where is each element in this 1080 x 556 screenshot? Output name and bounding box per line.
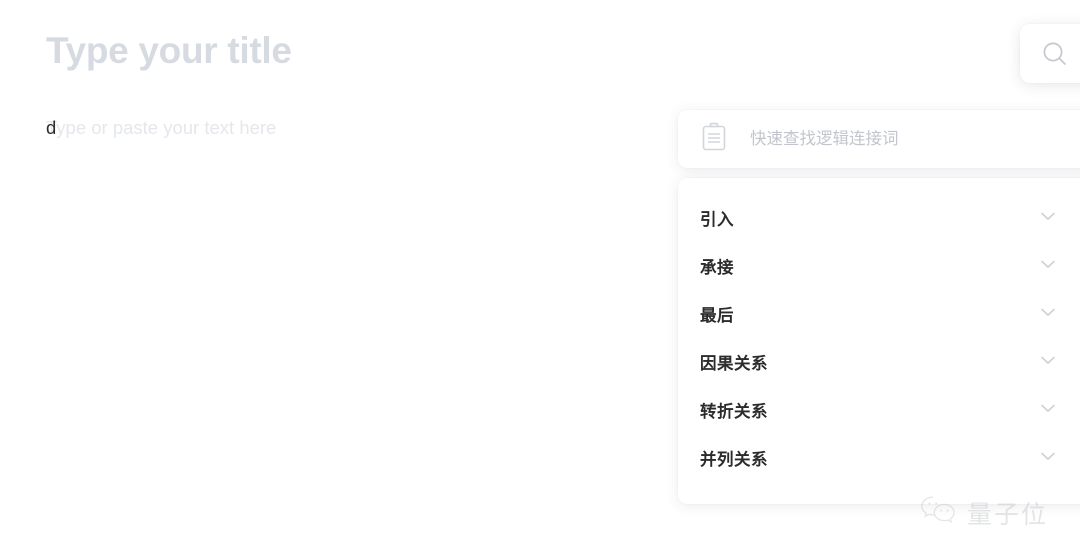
watermark-text: 量子位 bbox=[967, 500, 1049, 529]
body-typed-text: d bbox=[46, 117, 57, 138]
clipboard-icon bbox=[700, 122, 728, 157]
search-toggle-button[interactable] bbox=[1020, 24, 1080, 83]
category-label: 因果关系 bbox=[700, 355, 768, 373]
category-row-final[interactable]: 最后 bbox=[678, 290, 1080, 338]
category-label: 最后 bbox=[700, 307, 734, 325]
chevron-down-icon[interactable] bbox=[1038, 206, 1058, 231]
category-label: 引入 bbox=[700, 211, 734, 229]
chevron-down-icon[interactable] bbox=[1038, 254, 1058, 279]
category-row-introduce[interactable]: 引入 bbox=[678, 194, 1080, 242]
title-placeholder[interactable]: Type your title bbox=[46, 28, 292, 74]
body-placeholder: Type or paste your text here bbox=[46, 117, 277, 138]
chevron-down-icon[interactable] bbox=[1038, 446, 1058, 471]
panel-divider-gap bbox=[678, 168, 1080, 178]
connector-search-input[interactable] bbox=[748, 110, 1080, 168]
category-label: 并列关系 bbox=[700, 451, 768, 469]
watermark: 量子位 bbox=[920, 494, 1048, 531]
category-label: 转折关系 bbox=[700, 403, 768, 421]
category-label: 承接 bbox=[700, 259, 734, 277]
category-row-parallel[interactable]: 并列关系 bbox=[678, 434, 1080, 482]
wechat-icon bbox=[920, 494, 958, 531]
chevron-down-icon[interactable] bbox=[1038, 398, 1058, 423]
category-row-continue[interactable]: 承接 bbox=[678, 242, 1080, 290]
connector-category-list: 引入 承接 最后 因果关系 转折关系 并列关系 bbox=[678, 178, 1080, 504]
category-row-causal[interactable]: 因果关系 bbox=[678, 338, 1080, 386]
connector-search-bar[interactable] bbox=[678, 110, 1080, 168]
category-row-adversative[interactable]: 转折关系 bbox=[678, 386, 1080, 434]
chevron-down-icon[interactable] bbox=[1038, 350, 1058, 375]
logic-connector-panel: 引入 承接 最后 因果关系 bbox=[678, 110, 1080, 504]
chevron-down-icon[interactable] bbox=[1038, 302, 1058, 327]
search-icon bbox=[1040, 39, 1070, 69]
